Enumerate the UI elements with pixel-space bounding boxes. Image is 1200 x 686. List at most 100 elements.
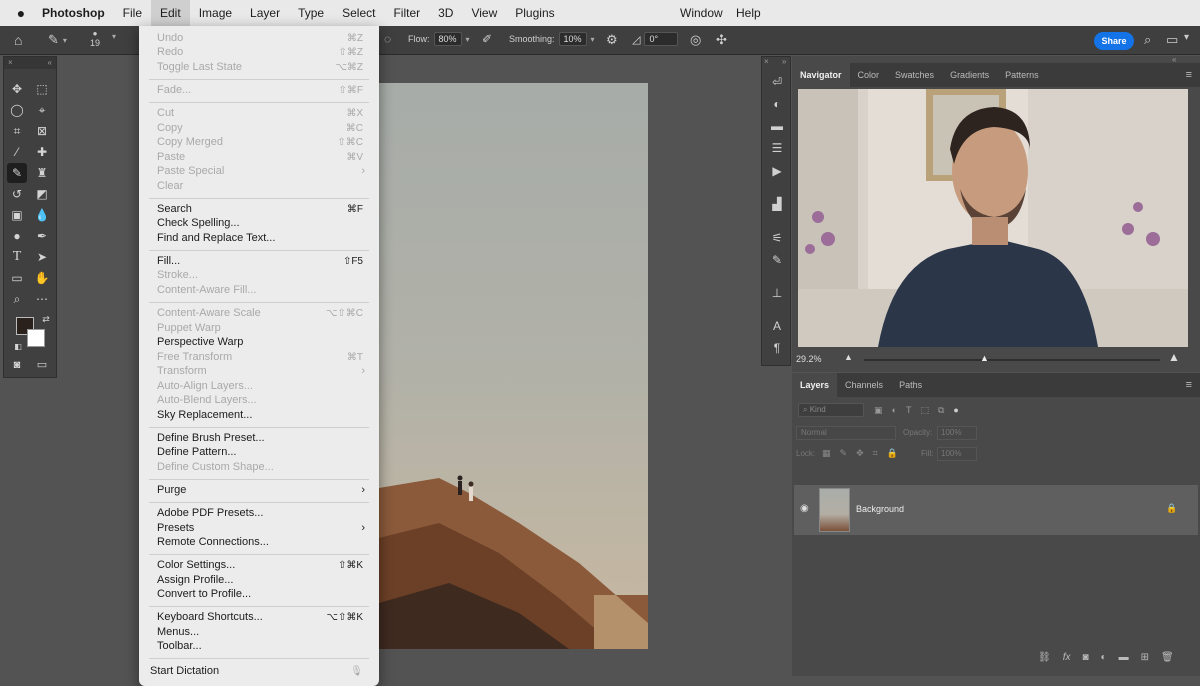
- menu-item-perspective-warp[interactable]: Perspective Warp: [139, 335, 379, 350]
- tab-gradients[interactable]: Gradients: [942, 63, 997, 87]
- more-tools-icon[interactable]: ⋯: [32, 289, 52, 309]
- filter-smart-icon[interactable]: ⧉: [938, 405, 944, 416]
- flow-chevron-icon[interactable]: ▾: [466, 35, 470, 44]
- lock-transparent-icon[interactable]: ▦: [822, 448, 831, 459]
- stamp-tool-icon[interactable]: ♜: [32, 163, 52, 183]
- new-adjustment-icon[interactable]: ◐: [1101, 652, 1107, 663]
- brush-tool-icon[interactable]: ✎: [7, 163, 27, 183]
- rectangle-tool-icon[interactable]: ▭: [7, 268, 27, 288]
- lasso-tool-icon[interactable]: ◯: [7, 100, 27, 120]
- menu-edit[interactable]: Edit: [151, 0, 190, 26]
- filter-type-icon[interactable]: T: [906, 405, 912, 416]
- workspace-chevron-icon[interactable]: ▾: [1184, 32, 1189, 43]
- lock-artboard-icon[interactable]: ⌗: [873, 448, 878, 459]
- move-tool-icon[interactable]: ✥: [7, 79, 27, 99]
- tab-paths[interactable]: Paths: [891, 373, 930, 397]
- new-layer-icon[interactable]: ⊞: [1141, 652, 1149, 663]
- zoom-out-icon[interactable]: ▲: [844, 352, 853, 362]
- lock-all-icon[interactable]: 🔒: [887, 448, 898, 459]
- tab-swatches[interactable]: Swatches: [887, 63, 942, 87]
- document-canvas[interactable]: [379, 83, 648, 649]
- collapse-icon[interactable]: «: [48, 57, 52, 69]
- hand-tool-icon[interactable]: ✋: [32, 268, 52, 288]
- menu-item-check-spelling[interactable]: Check Spelling...: [139, 216, 379, 231]
- menu-item-menus[interactable]: Menus...: [139, 625, 379, 640]
- path-select-tool-icon[interactable]: ➤: [32, 247, 52, 267]
- menu-layer[interactable]: Layer: [241, 0, 289, 26]
- menu-view[interactable]: View: [462, 0, 506, 26]
- pen-tool-icon[interactable]: ✒: [32, 226, 52, 246]
- panel-menu-icon[interactable]: ≡: [1178, 373, 1200, 397]
- layer-row[interactable]: ◉ Background 🔒: [794, 485, 1198, 535]
- menu-select[interactable]: Select: [333, 0, 384, 26]
- menu-item-assign-profile[interactable]: Assign Profile...: [139, 573, 379, 588]
- adjustments-icon[interactable]: ◐: [768, 95, 786, 113]
- filter-pixel-icon[interactable]: ▣: [874, 405, 883, 416]
- eraser-tool-icon[interactable]: ◩: [32, 184, 52, 204]
- screen-mode-icon[interactable]: ▭: [32, 355, 52, 375]
- history-brush-tool-icon[interactable]: ↺: [7, 184, 27, 204]
- menu-item-pdf-presets[interactable]: Adobe PDF Presets...: [139, 506, 379, 521]
- menu-item-sky-replacement[interactable]: Sky Replacement...: [139, 408, 379, 423]
- brushes-icon[interactable]: ✎: [768, 251, 786, 269]
- object-select-tool-icon[interactable]: ⌖: [32, 100, 52, 120]
- app-menu[interactable]: Photoshop: [42, 0, 114, 26]
- airbrush-icon[interactable]: ✐: [482, 32, 492, 46]
- tools-panel-header[interactable]: × «: [4, 57, 56, 69]
- blend-mode-select[interactable]: Normal: [796, 426, 896, 440]
- blur-tool-icon[interactable]: 💧: [32, 205, 52, 225]
- menu-item-start-dictation[interactable]: Start Dictation 🎙: [139, 664, 379, 679]
- link-layers-icon[interactable]: ⛓: [1038, 652, 1051, 663]
- menu-file[interactable]: File: [114, 0, 151, 26]
- airbrush-pressure-icon[interactable]: ◌: [384, 32, 391, 46]
- lock-position-icon[interactable]: ✥: [856, 448, 864, 459]
- lock-image-icon[interactable]: ✎: [840, 448, 848, 459]
- menu-item-keyboard-shortcuts[interactable]: Keyboard Shortcuts... ⌥⇧⌘K: [139, 610, 379, 625]
- search-icon[interactable]: ⌕: [1144, 32, 1151, 48]
- flow-input[interactable]: 80%: [433, 32, 462, 46]
- menu-item-fill[interactable]: Fill... ⇧F5: [139, 254, 379, 269]
- menu-help[interactable]: Help: [727, 0, 770, 26]
- gradient-tool-icon[interactable]: ▣: [7, 205, 27, 225]
- add-mask-icon[interactable]: ◙: [1082, 652, 1088, 663]
- marquee-tool-icon[interactable]: ⬚: [32, 79, 52, 99]
- smoothing-input[interactable]: 10%: [558, 32, 587, 46]
- tab-navigator[interactable]: Navigator: [792, 63, 850, 87]
- opacity-input[interactable]: 100%: [937, 426, 977, 440]
- menu-window[interactable]: Window: [671, 0, 732, 26]
- menu-item-toolbar[interactable]: Toolbar...: [139, 639, 379, 654]
- menu-filter[interactable]: Filter: [384, 0, 429, 26]
- filter-adjustment-icon[interactable]: ◐: [892, 405, 897, 416]
- symmetry-butterfly-icon[interactable]: ✣: [716, 32, 727, 48]
- layer-name[interactable]: Background: [856, 504, 904, 514]
- apple-menu-icon[interactable]: ●: [0, 5, 42, 21]
- dodge-tool-icon[interactable]: ●: [7, 226, 27, 246]
- history-icon[interactable]: ⏎: [768, 73, 786, 91]
- character-icon[interactable]: A: [768, 317, 786, 335]
- quick-mask-icon[interactable]: ◙: [7, 355, 27, 375]
- tab-color[interactable]: Color: [850, 63, 888, 87]
- smoothing-options-gear-icon[interactable]: ⚙: [606, 32, 618, 48]
- menu-item-presets[interactable]: Presets ›: [139, 521, 379, 536]
- menu-plugins[interactable]: Plugins: [506, 0, 563, 26]
- fill-input[interactable]: 100%: [937, 447, 977, 461]
- type-tool-icon[interactable]: T: [7, 247, 27, 267]
- menu-3d[interactable]: 3D: [429, 0, 462, 26]
- close-icon[interactable]: ×: [8, 57, 13, 69]
- angle-input[interactable]: 0°: [644, 32, 679, 46]
- trash-icon[interactable]: 🗑: [1161, 652, 1174, 663]
- zoom-tool-icon[interactable]: ⌕: [7, 289, 27, 309]
- comments-icon[interactable]: ▬: [768, 117, 786, 135]
- tab-channels[interactable]: Channels: [837, 373, 891, 397]
- zoom-slider-thumb[interactable]: ▲: [980, 353, 989, 363]
- home-icon[interactable]: ⌂: [14, 32, 22, 48]
- healing-tool-icon[interactable]: ✚: [32, 142, 52, 162]
- background-color-swatch[interactable]: [27, 329, 45, 347]
- zoom-slider-track[interactable]: [864, 359, 1160, 361]
- fx-icon[interactable]: fx: [1063, 652, 1071, 663]
- workspace-icon[interactable]: ▭: [1166, 32, 1178, 48]
- menu-item-find-replace[interactable]: Find and Replace Text...: [139, 231, 379, 246]
- tab-patterns[interactable]: Patterns: [997, 63, 1047, 87]
- layer-lock-icon[interactable]: 🔒: [1166, 503, 1177, 514]
- actions-play-icon[interactable]: ▶: [768, 162, 786, 180]
